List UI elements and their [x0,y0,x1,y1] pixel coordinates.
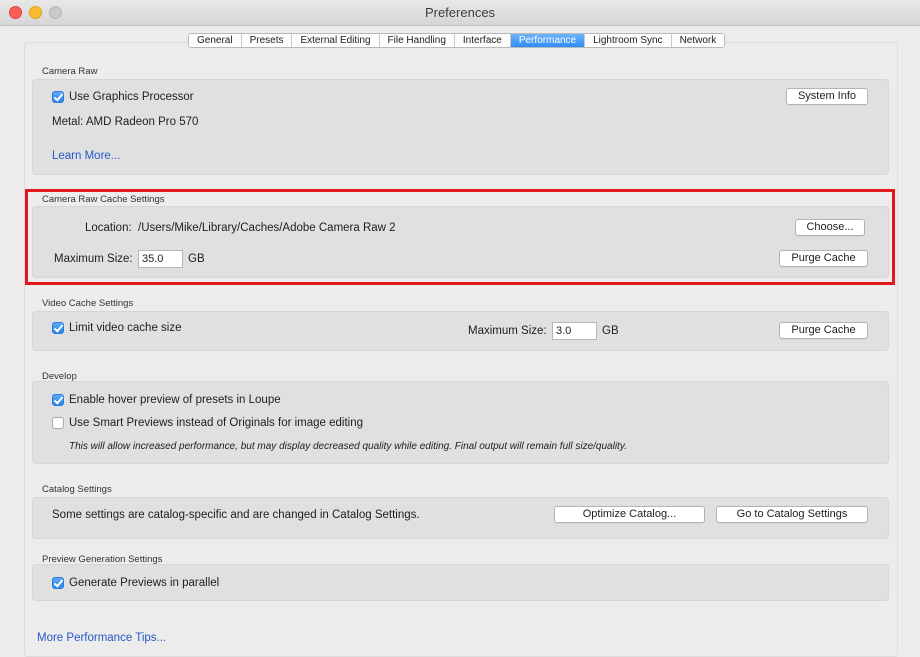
zoom-window-button[interactable] [49,6,62,19]
cache-max-size-label: Maximum Size: [54,253,133,265]
hover-preview-checkbox[interactable] [52,394,64,406]
tab-file-handling[interactable]: File Handling [379,34,455,47]
video-max-size-input[interactable] [552,322,597,340]
tab-network[interactable]: Network [671,34,725,47]
optimize-catalog-button[interactable]: Optimize Catalog... [554,506,705,523]
cache-location-path: /Users/Mike/Library/Caches/Adobe Camera … [138,222,396,234]
camera-raw-section-label: Camera Raw [42,66,98,77]
smart-previews-note: This will allow increased performance, b… [69,441,627,452]
metal-gpu-text: Metal: AMD Radeon Pro 570 [52,116,199,128]
cache-size-unit: GB [188,253,205,265]
learn-more-link[interactable]: Learn More... [52,150,120,162]
more-performance-tips-link[interactable]: More Performance Tips... [37,632,166,644]
window-title: Preferences [424,5,496,20]
video-size-unit: GB [602,325,619,337]
camera-raw-cache-section-label: Camera Raw Cache Settings [42,194,165,205]
generate-previews-parallel-checkbox[interactable] [52,577,64,589]
limit-video-cache-label[interactable]: Limit video cache size [69,322,182,334]
hover-preview-label[interactable]: Enable hover preview of presets in Loupe [69,394,281,406]
minimize-window-button[interactable] [29,6,42,19]
preferences-window: Preferences General Presets External Edi… [0,0,920,657]
go-to-catalog-settings-button[interactable]: Go to Catalog Settings [716,506,868,523]
tab-external-editing[interactable]: External Editing [292,34,380,47]
choose-cache-location-button[interactable]: Choose... [795,219,865,236]
title-bar[interactable]: Preferences [0,0,920,26]
use-gpu-label[interactable]: Use Graphics Processor [69,91,194,103]
tab-general[interactable]: General [189,34,242,47]
cache-location-label: Location: [85,222,132,234]
catalog-description: Some settings are catalog-specific and a… [52,509,420,521]
preferences-tab-bar: General Presets External Editing File Ha… [188,33,726,48]
tab-presets[interactable]: Presets [241,34,293,47]
tab-lightroom-sync[interactable]: Lightroom Sync [585,34,672,47]
use-gpu-checkbox[interactable] [52,91,64,103]
purge-video-cache-button[interactable]: Purge Cache [779,322,868,339]
generate-previews-parallel-label[interactable]: Generate Previews in parallel [69,577,219,589]
tab-interface[interactable]: Interface [454,34,511,47]
catalog-section-label: Catalog Settings [42,484,112,495]
smart-previews-checkbox[interactable] [52,417,64,429]
cache-max-size-input[interactable] [138,250,183,268]
purge-raw-cache-button[interactable]: Purge Cache [779,250,868,267]
video-cache-section-label: Video Cache Settings [42,298,134,309]
close-window-button[interactable] [9,6,22,19]
tab-performance[interactable]: Performance [510,34,586,47]
video-max-size-label: Maximum Size: [468,325,547,337]
system-info-button[interactable]: System Info [786,88,868,105]
smart-previews-label[interactable]: Use Smart Previews instead of Originals … [69,417,363,429]
limit-video-cache-checkbox[interactable] [52,322,64,334]
